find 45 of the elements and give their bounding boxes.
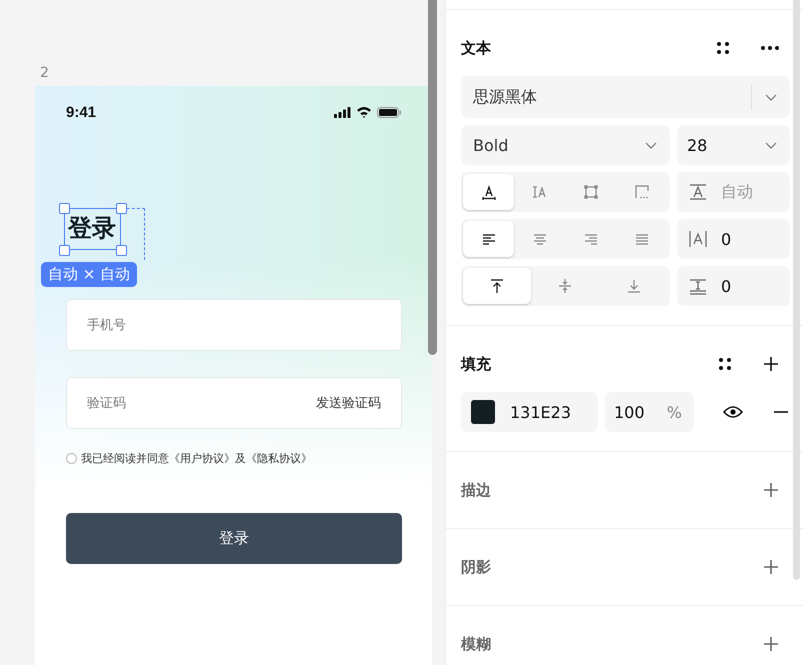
scrollbar[interactable] [793,0,800,580]
section-title[interactable]: 阴影 [461,558,491,576]
segment-option[interactable] [463,221,514,257]
plus-icon [763,356,779,372]
input-field[interactable]: 0 [677,266,790,306]
grid-dots-icon [718,357,732,371]
section-title: 文本 [461,38,491,58]
section-title: 填充 [461,354,491,374]
resize-handle[interactable] [116,203,127,214]
font-family-select[interactable]: 思源黑体 [461,76,790,118]
page-title: 登录 [68,213,117,244]
input-field[interactable]: 手机号 [66,299,402,351]
input-field[interactable]: 0 [677,219,790,259]
section-title[interactable]: 描边 [461,480,491,500]
resize-handle[interactable] [59,245,70,256]
grid-dots-icon [716,41,730,55]
plus-icon [763,482,779,498]
battery-icon [377,106,402,118]
percent-unit: % [666,402,682,422]
agreement-text: 我已经阅读并同意《用户协议》及《隐私协议》 [81,451,312,466]
more-icon [761,46,779,50]
plus-icon [763,636,779,652]
signal-icon [334,106,351,118]
line-height-icon [687,182,709,202]
login-button[interactable]: 登录 [66,513,402,564]
size-badge: 自动 × 自动 [41,262,138,287]
send-code-link[interactable]: 发送验证码 [316,394,381,412]
color-swatch[interactable] [471,400,495,424]
letter-spacing-icon [687,229,709,249]
wifi-icon [356,106,372,118]
opacity-field[interactable]: 100 % [605,392,694,432]
status-time: 9:41 [66,104,96,120]
input-field[interactable]: 验证码 发送验证码 [66,377,402,429]
segment-option[interactable] [463,174,514,210]
plus-icon [763,559,779,575]
section-title[interactable]: 模糊 [461,634,491,654]
color-field[interactable]: 131E23 [461,392,598,432]
resize-handle[interactable] [59,203,70,214]
font-size-select[interactable]: 28 [677,125,790,165]
scrollbar[interactable] [428,0,437,355]
minus-icon [773,410,789,414]
frame-label: 2 [40,64,50,82]
agree-checkbox[interactable] [66,453,77,464]
font-weight-select[interactable]: Bold [461,125,670,165]
resize-handle[interactable] [116,245,127,256]
